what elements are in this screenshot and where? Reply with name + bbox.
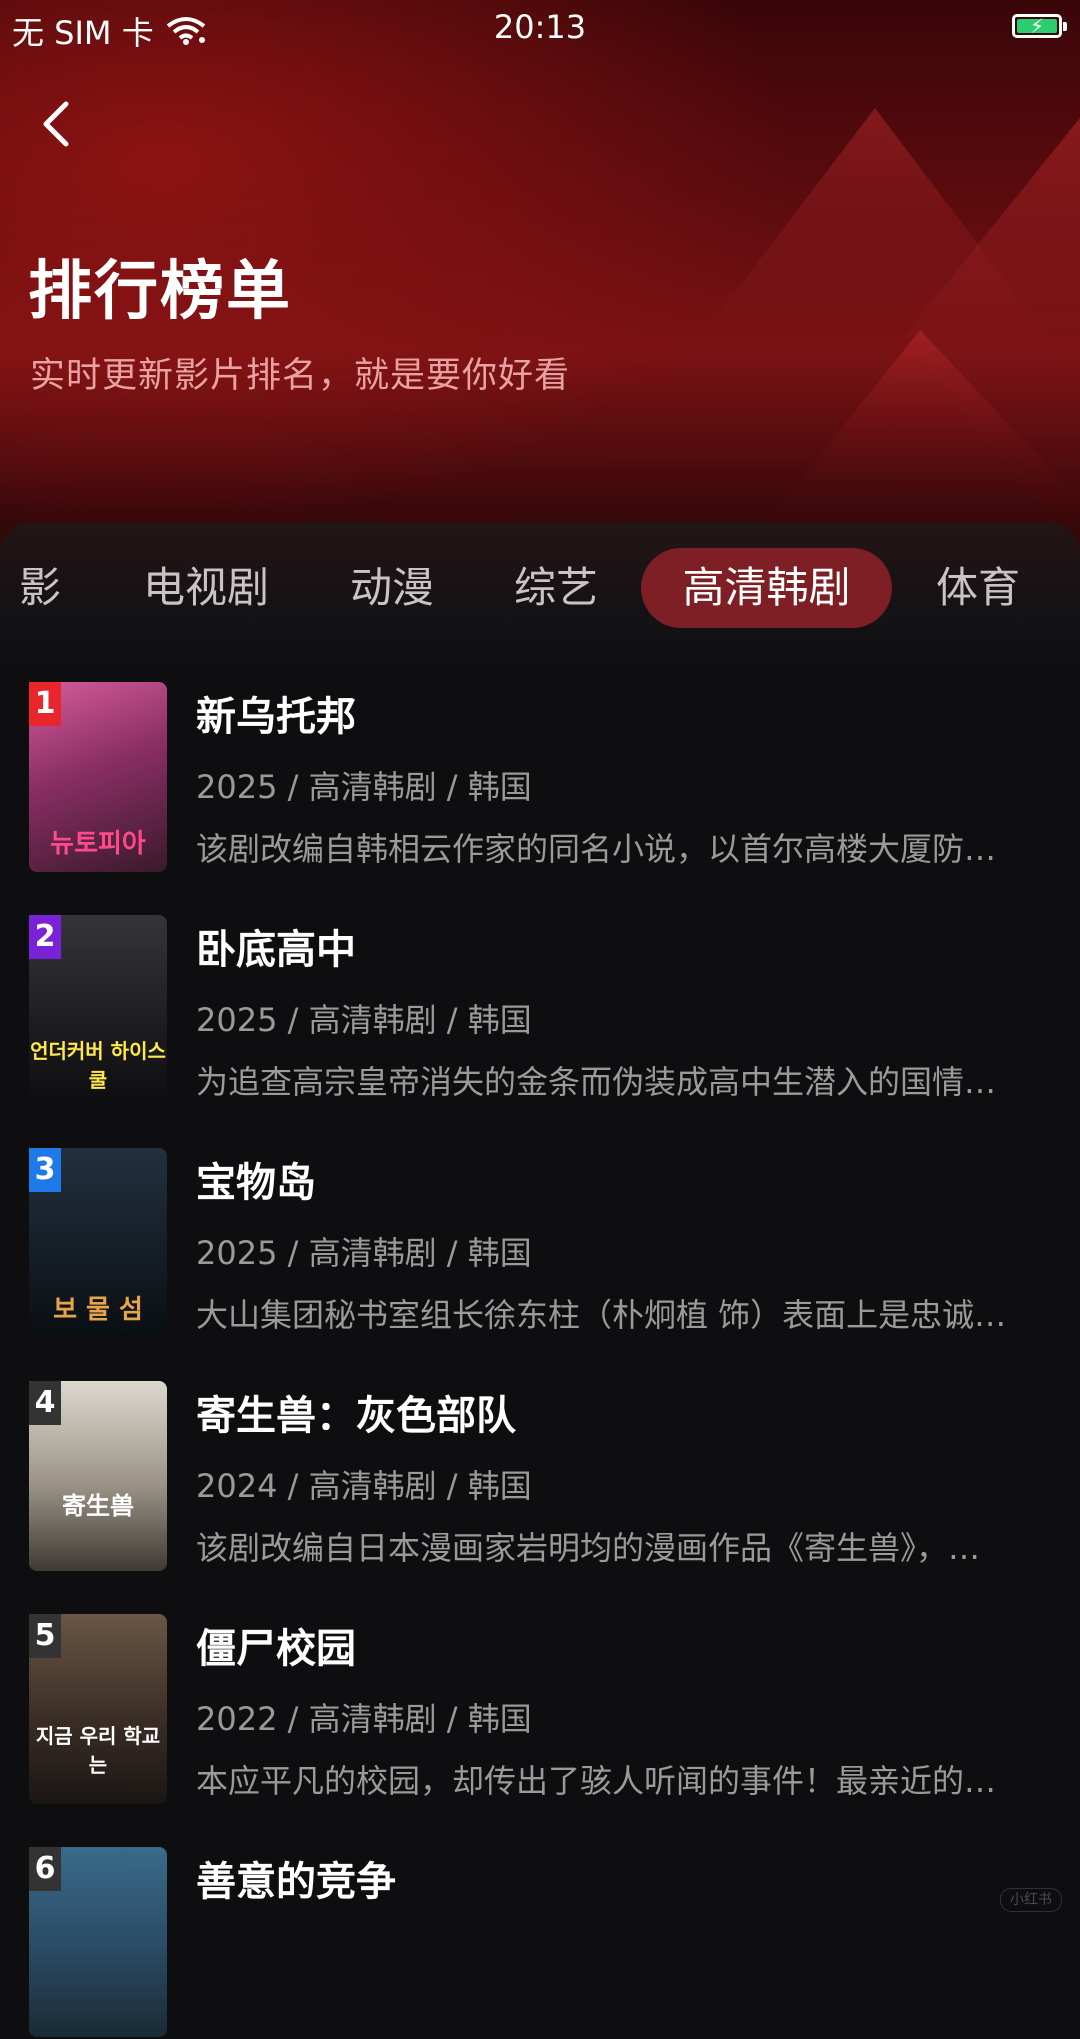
item-description: 本应平凡的校园，却传出了骇人听闻的事件！最亲近的… — [196, 1762, 997, 1800]
tab-movie[interactable]: 影 — [0, 548, 80, 628]
list-item[interactable]: 언더커버 하이스쿨 2 卧底高中 2025 / 高清韩剧 / 韩国 为追查高宗皇… — [0, 915, 1080, 1107]
list-item[interactable]: 보 물 섬 3 宝物岛 2025 / 高清韩剧 / 韩国 大山集团秘书室组长徐东… — [0, 1148, 1080, 1340]
category-tabs: 影 电视剧 动漫 综艺 高清韩剧 体育 — [0, 548, 1080, 628]
tab-anime[interactable]: 动漫 — [332, 548, 452, 628]
rank-badge: 1 — [29, 682, 61, 726]
tab-hd-korean-drama[interactable]: 高清韩剧 — [641, 548, 892, 628]
item-description: 为追查高宗皇帝消失的金条而伪装成高中生潜入的国情… — [196, 1063, 997, 1101]
rank-badge: 6 — [29, 1847, 61, 1891]
chevron-left-icon — [43, 101, 69, 147]
tab-tv-series[interactable]: 电视剧 — [126, 548, 286, 628]
list-item[interactable]: 6 善意的竞争 — [0, 1847, 1080, 2039]
rank-badge: 5 — [29, 1614, 61, 1658]
item-description: 该剧改编自日本漫画家岩明均的漫画作品《寄生兽》，… — [196, 1529, 981, 1567]
item-description: 该剧改编自韩相云作家的同名小说，以首尔高楼大厦防… — [196, 830, 997, 868]
watermark: 小红书 — [1000, 1888, 1062, 1912]
item-title: 僵尸校园 — [196, 1626, 356, 1672]
page-title: 排行榜单 — [28, 255, 292, 329]
status-bar: 无 SIM 卡 20:13 ⚡ — [0, 0, 1080, 56]
back-button[interactable] — [30, 96, 86, 152]
item-meta: 2025 / 高清韩剧 / 韩国 — [196, 768, 532, 806]
page-subtitle: 实时更新影片排名，就是要你好看 — [30, 356, 571, 396]
item-meta: 2025 / 高清韩剧 / 韩国 — [196, 1234, 532, 1272]
item-title: 新乌托邦 — [196, 694, 356, 740]
rank-badge: 3 — [29, 1148, 61, 1192]
item-meta: 2024 / 高清韩剧 / 韩国 — [196, 1467, 532, 1505]
item-meta: 2025 / 高清韩剧 / 韩国 — [196, 1001, 532, 1039]
item-description: 大山集团秘书室组长徐东柱（朴炯植 饰）表面上是忠诚… — [196, 1296, 1007, 1334]
tab-sports[interactable]: 体育 — [918, 548, 1038, 628]
item-title: 善意的竞争 — [196, 1859, 396, 1905]
list-item[interactable]: 지금 우리 학교는 5 僵尸校园 2022 / 高清韩剧 / 韩国 本应平凡的校… — [0, 1614, 1080, 1806]
item-meta: 2022 / 高清韩剧 / 韩国 — [196, 1700, 532, 1738]
clock: 20:13 — [493, 8, 587, 46]
item-title: 卧底高中 — [196, 927, 356, 973]
item-title: 寄生兽：灰色部队 — [196, 1393, 516, 1439]
rank-badge: 4 — [29, 1381, 61, 1425]
battery-icon: ⚡ — [1012, 14, 1067, 38]
list-item[interactable]: 寄生兽 4 寄生兽：灰色部队 2024 / 高清韩剧 / 韩国 该剧改编自日本漫… — [0, 1381, 1080, 1573]
list-item[interactable]: 뉴토피아 1 新乌托邦 2025 / 高清韩剧 / 韩国 该剧改编自韩相云作家的… — [0, 682, 1080, 874]
tab-variety[interactable]: 综艺 — [496, 548, 616, 628]
item-title: 宝物岛 — [196, 1160, 316, 1206]
rank-badge: 2 — [29, 915, 61, 959]
